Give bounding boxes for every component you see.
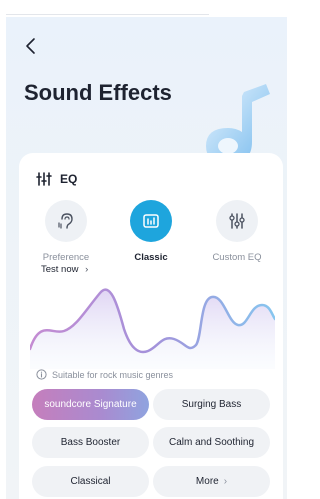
mode-custom-circle [216,200,258,242]
mode-classic-circle [130,200,172,242]
chevron-right-icon: › [85,264,89,275]
eq-curve-graph [30,288,275,369]
equalizer-icon [36,172,52,186]
mode-preference-circle [45,200,87,242]
sound-effects-screen: Sound Effects EQ Preference Classic Cust… [6,17,287,499]
tip-text: Suitable for rock music genres [52,369,174,380]
page-title: Sound Effects [24,80,172,105]
more-presets-button[interactable]: More › [153,466,270,497]
mode-classic[interactable]: Classic [111,200,191,263]
preset-bass-booster[interactable]: Bass Booster [32,427,149,458]
preset-surging-bass[interactable]: Surging Bass [153,389,270,420]
preset-calm-and-soothing[interactable]: Calm and Soothing [153,427,270,458]
eq-card: EQ Preference Classic Custom EQ Test now… [19,153,283,499]
mode-preference-label: Preference [42,252,90,263]
chevron-right-icon: › [223,476,228,487]
mode-classic-label: Classic [134,252,168,263]
mode-preference[interactable]: Preference [26,200,106,263]
eq-title: EQ [60,172,78,186]
top-divider [6,14,209,15]
eq-tip: Suitable for rock music genres [36,369,173,380]
more-label: More [195,476,219,487]
test-now-label: Test now [41,264,79,275]
preset-soundcore-signature[interactable]: soundcore Signature [32,389,149,420]
info-icon [36,369,47,380]
back-button[interactable] [20,35,42,57]
eq-header: EQ [36,172,77,186]
sliders-icon [229,213,245,229]
test-now-link[interactable]: Test now › [41,264,88,275]
mode-custom-label: Custom EQ [212,252,262,263]
preset-classical[interactable]: Classical [32,466,149,497]
chevron-left-icon [26,38,35,54]
mode-custom-eq[interactable]: Custom EQ [197,200,277,263]
equalizer-card-icon [143,214,159,228]
ear-icon [58,213,73,229]
